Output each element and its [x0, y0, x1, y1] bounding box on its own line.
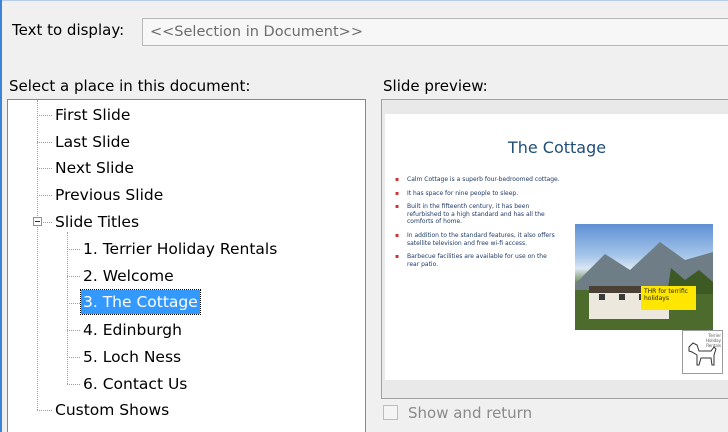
tree-item-slide-1[interactable]: 1. Terrier Holiday Rentals: [83, 236, 277, 262]
tree-item-slide-4[interactable]: 4. Edinburgh: [83, 317, 182, 343]
tree-line: [37, 410, 52, 411]
house-window: [599, 294, 605, 300]
slide-preview-label: Slide preview:: [383, 77, 488, 95]
show-and-return-label: Show and return: [408, 404, 533, 422]
dialog-top-edge: [0, 0, 728, 1]
slide-preview-frame: The Cottage Calm Cottage is a superb fou…: [381, 99, 728, 399]
tree-line: [37, 115, 52, 116]
slide-bullets: Calm Cottage is a superb four-bedroomed …: [395, 176, 560, 274]
show-and-return-checkbox[interactable]: [383, 405, 398, 420]
slide-bullet: It has space for nine people to sleep.: [395, 190, 560, 198]
place-tree[interactable]: First Slide Last Slide Next Slide Previo…: [7, 99, 366, 432]
tree-item-custom-shows[interactable]: Custom Shows: [55, 397, 169, 423]
tree-line: [67, 249, 80, 250]
tree-item-next-slide[interactable]: Next Slide: [55, 155, 134, 181]
tree-line: [37, 168, 52, 169]
tree-line: [67, 384, 80, 385]
window-border: [0, 0, 2, 432]
tree-line: [67, 357, 80, 358]
tree-child-line: [67, 232, 68, 384]
tree-item-slide-3-selected[interactable]: 3. The Cottage: [80, 289, 201, 315]
slide-preview: The Cottage Calm Cottage is a superb fou…: [385, 114, 728, 380]
tree-line: [37, 195, 52, 196]
tree-item-first-slide[interactable]: First Slide: [55, 102, 130, 128]
slide-bullet: Calm Cottage is a superb four-bedroomed …: [395, 176, 560, 184]
house-window: [619, 294, 625, 300]
slide-title: The Cottage: [507, 138, 607, 157]
logo-text: Terrier Holiday Rentals: [705, 333, 721, 348]
photo-caption: THR for terrific holidays: [641, 286, 696, 310]
slide-bullet: Barbecue facilities are available for us…: [395, 253, 560, 268]
tree-item-last-slide[interactable]: Last Slide: [55, 129, 130, 155]
slide-bullet: In addition to the standard features, it…: [395, 232, 560, 247]
tree-item-slide-5[interactable]: 5. Loch Ness: [83, 344, 181, 370]
select-place-label: Select a place in this document:: [9, 77, 251, 95]
tree-line: [43, 222, 52, 223]
tree-item-previous-slide[interactable]: Previous Slide: [55, 182, 163, 208]
tree-line: [67, 276, 80, 277]
tree-root-line: [37, 100, 38, 410]
text-to-display-input[interactable]: <<Selection in Document>>: [142, 18, 728, 46]
collapse-toggle-icon[interactable]: [33, 217, 42, 226]
text-to-display-label: Text to display:: [12, 21, 125, 39]
tree-item-slide-titles[interactable]: Slide Titles: [55, 209, 139, 235]
tree-line: [37, 142, 52, 143]
tree-line: [67, 303, 80, 304]
tree-line: [67, 330, 80, 331]
slide-bullet: Built in the fifteenth century, it has b…: [395, 203, 560, 226]
tree-item-slide-6[interactable]: 6. Contact Us: [83, 371, 187, 397]
cottage-photo: [575, 224, 713, 330]
terrier-logo: Terrier Holiday Rentals: [682, 330, 723, 374]
tree-item-slide-2[interactable]: 2. Welcome: [83, 263, 174, 289]
